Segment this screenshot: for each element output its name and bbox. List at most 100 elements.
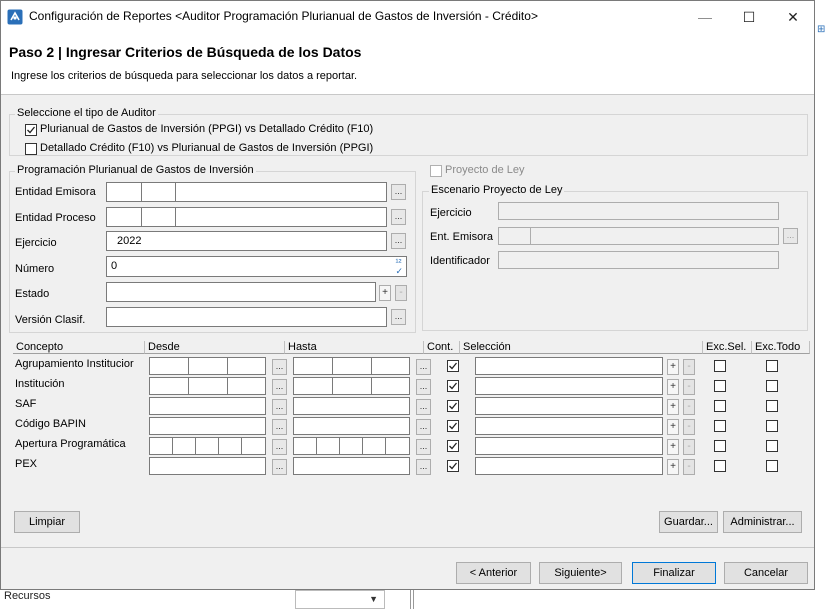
- row-institucion-cont-checkbox[interactable]: [447, 380, 459, 392]
- auditor-option-ppgi-label[interactable]: Plurianual de Gastos de Inversión (PPGI)…: [40, 123, 373, 135]
- row-agrupamiento-add-button[interactable]: +: [667, 359, 679, 375]
- entidad-proceso-lookup-button[interactable]: ...: [391, 209, 406, 225]
- row-saf-add-button[interactable]: +: [667, 399, 679, 415]
- row-institucion-desde-lookup[interactable]: ...: [272, 379, 287, 395]
- entidad-proceso-input[interactable]: [106, 207, 387, 227]
- row-saf-desde-input[interactable]: [149, 397, 266, 415]
- row-saf-exc-todo-checkbox[interactable]: [766, 400, 778, 412]
- ejercicio-input[interactable]: 2022: [106, 231, 387, 251]
- row-apertura-hasta-lookup[interactable]: ...: [416, 439, 431, 455]
- row-saf-hasta-lookup[interactable]: ...: [416, 399, 431, 415]
- row-bapin-hasta-lookup[interactable]: ...: [416, 419, 431, 435]
- auditor-option-f10-checkbox[interactable]: [25, 143, 37, 155]
- background-recursos-text: Recursos: [4, 590, 51, 602]
- spin-check-icon[interactable]: ¹² ✓: [395, 258, 403, 276]
- ejercicio-lookup-button[interactable]: ...: [391, 233, 406, 249]
- estado-add-button[interactable]: +: [379, 285, 391, 301]
- row-agrupamiento-exc-sel-checkbox[interactable]: [714, 360, 726, 372]
- row-apertura-hasta-input[interactable]: [293, 437, 410, 455]
- pl-ent-emisora-input[interactable]: [498, 227, 779, 245]
- row-pex-desde-input[interactable]: [149, 457, 266, 475]
- row-apertura-exc-sel-checkbox[interactable]: [714, 440, 726, 452]
- cancelar-button[interactable]: Cancelar: [724, 562, 808, 584]
- row-pex-desde-lookup[interactable]: ...: [272, 459, 287, 475]
- proyecto-ley-checkbox[interactable]: [430, 165, 442, 177]
- version-clasif-lookup-button[interactable]: ...: [391, 309, 406, 325]
- row-agrupamiento-cont-checkbox[interactable]: [447, 360, 459, 372]
- row-apertura-cont-checkbox[interactable]: [447, 440, 459, 452]
- auditor-option-f10-label[interactable]: Detallado Crédito (F10) vs Plurianual de…: [40, 142, 373, 154]
- row-bapin-desde-lookup[interactable]: ...: [272, 419, 287, 435]
- row-saf-seleccion-input[interactable]: [475, 397, 663, 415]
- close-button[interactable]: ✕: [771, 1, 815, 33]
- administrar-button[interactable]: Administrar...: [723, 511, 802, 533]
- row-pex-cont-checkbox[interactable]: [447, 460, 459, 472]
- row-agrupamiento-hasta-lookup[interactable]: ...: [416, 359, 431, 375]
- row-agrupamiento-hasta-input[interactable]: [293, 357, 410, 375]
- numero-input[interactable]: 0 ¹² ✓: [106, 256, 407, 277]
- row-bapin-cont-checkbox[interactable]: [447, 420, 459, 432]
- row-saf-remove-button[interactable]: -: [683, 399, 695, 415]
- row-bapin-desde-input[interactable]: [149, 417, 266, 435]
- row-institucion-exc-sel-checkbox[interactable]: [714, 380, 726, 392]
- proyecto-ley-label[interactable]: Proyecto de Ley: [445, 164, 525, 176]
- ejercicio-value: 2022: [117, 235, 142, 247]
- row-bapin-add-button[interactable]: +: [667, 419, 679, 435]
- row-apertura-desde-lookup[interactable]: ...: [272, 439, 287, 455]
- row-apertura-add-button[interactable]: +: [667, 439, 679, 455]
- estado-remove-button[interactable]: -: [395, 285, 407, 301]
- row-institucion-exc-todo-checkbox[interactable]: [766, 380, 778, 392]
- row-institucion-add-button[interactable]: +: [667, 379, 679, 395]
- version-clasif-input[interactable]: [106, 307, 387, 327]
- row-pex-exc-todo-checkbox[interactable]: [766, 460, 778, 472]
- limpiar-button[interactable]: Limpiar: [14, 511, 80, 533]
- row-institucion-seleccion-input[interactable]: [475, 377, 663, 395]
- row-apertura-desde-input[interactable]: [149, 437, 266, 455]
- row-bapin-exc-sel-checkbox[interactable]: [714, 420, 726, 432]
- row-agrupamiento-desde-lookup[interactable]: ...: [272, 359, 287, 375]
- wizard-header: Paso 2 | Ingresar Criterios de Búsqueda …: [1, 33, 814, 95]
- row-bapin-remove-button[interactable]: -: [683, 419, 695, 435]
- guardar-button[interactable]: Guardar...: [659, 511, 718, 533]
- row-bapin-hasta-input[interactable]: [293, 417, 410, 435]
- row-institucion-desde-input[interactable]: [149, 377, 266, 395]
- row-apertura-seleccion-input[interactable]: [475, 437, 663, 455]
- grid-row-concepto: Código BAPIN: [15, 418, 86, 430]
- maximize-button[interactable]: ☐: [727, 1, 771, 33]
- pl-ejercicio-input[interactable]: [498, 202, 779, 220]
- anterior-button[interactable]: < Anterior: [456, 562, 531, 584]
- row-saf-exc-sel-checkbox[interactable]: [714, 400, 726, 412]
- row-pex-remove-button[interactable]: -: [683, 459, 695, 475]
- row-pex-hasta-lookup[interactable]: ...: [416, 459, 431, 475]
- siguiente-button[interactable]: Siguiente>: [539, 562, 622, 584]
- pl-identificador-input[interactable]: [498, 251, 779, 269]
- row-agrupamiento-seleccion-input[interactable]: [475, 357, 663, 375]
- row-bapin-exc-todo-checkbox[interactable]: [766, 420, 778, 432]
- row-apertura-exc-todo-checkbox[interactable]: [766, 440, 778, 452]
- estado-input[interactable]: [106, 282, 376, 302]
- row-saf-desde-lookup[interactable]: ...: [272, 399, 287, 415]
- row-saf-cont-checkbox[interactable]: [447, 400, 459, 412]
- row-agrupamiento-exc-todo-checkbox[interactable]: [766, 360, 778, 372]
- grid-row-concepto: SAF: [15, 398, 37, 410]
- row-pex-seleccion-input[interactable]: [475, 457, 663, 475]
- row-pex-add-button[interactable]: +: [667, 459, 679, 475]
- app-icon: [7, 9, 23, 25]
- auditor-option-ppgi-checkbox[interactable]: [25, 124, 37, 136]
- finalizar-button[interactable]: Finalizar: [632, 562, 716, 584]
- row-institucion-hasta-input[interactable]: [293, 377, 410, 395]
- row-agrupamiento-remove-button[interactable]: -: [683, 359, 695, 375]
- row-pex-hasta-input[interactable]: [293, 457, 410, 475]
- row-institucion-hasta-lookup[interactable]: ...: [416, 379, 431, 395]
- row-saf-hasta-input[interactable]: [293, 397, 410, 415]
- row-institucion-remove-button[interactable]: -: [683, 379, 695, 395]
- row-apertura-remove-button[interactable]: -: [683, 439, 695, 455]
- pl-ent-emisora-lookup-button[interactable]: ...: [783, 228, 798, 244]
- footer-separator: [1, 547, 814, 548]
- row-pex-exc-sel-checkbox[interactable]: [714, 460, 726, 472]
- row-agrupamiento-desde-input[interactable]: [149, 357, 266, 375]
- entidad-emisora-input[interactable]: [106, 182, 387, 202]
- row-bapin-seleccion-input[interactable]: [475, 417, 663, 435]
- minimize-button[interactable]: —: [683, 1, 727, 33]
- entidad-emisora-lookup-button[interactable]: ...: [391, 184, 406, 200]
